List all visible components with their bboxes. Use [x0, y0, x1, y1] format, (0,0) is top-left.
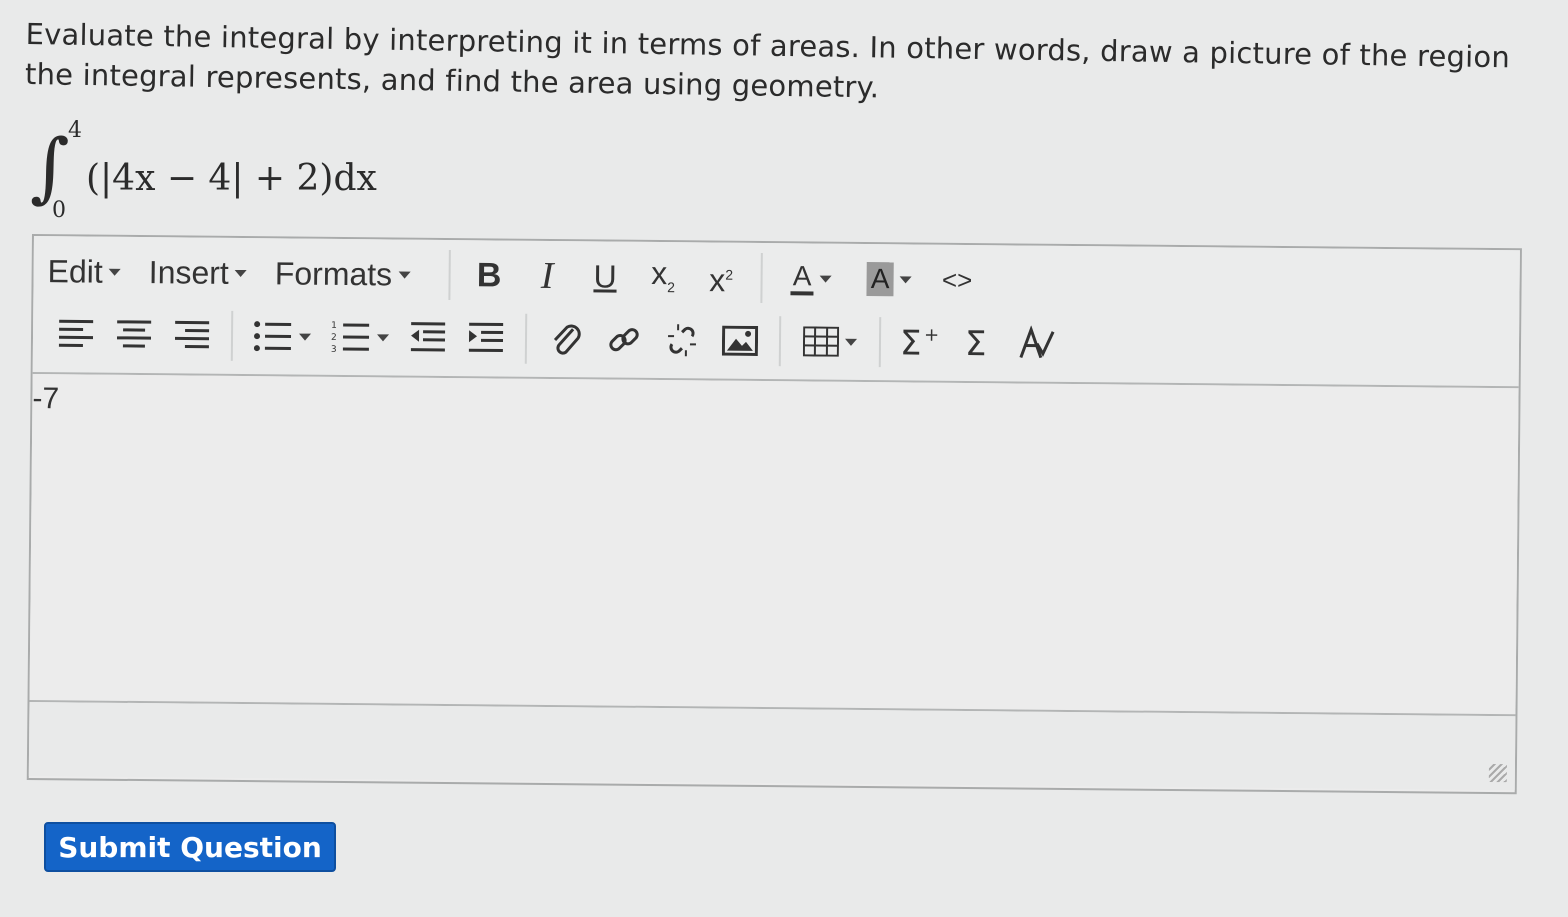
resize-handle-icon[interactable] [1488, 764, 1507, 783]
editor-statusbar [28, 701, 1516, 791]
source-code-button[interactable]: <> [928, 255, 986, 306]
align-left-icon [58, 319, 94, 347]
svg-text:Σ: Σ [965, 325, 987, 361]
accessibility-check-icon [1019, 325, 1055, 359]
chevron-down-icon [819, 275, 832, 283]
italic-icon: I [540, 254, 554, 298]
formats-menu-label: Formats [274, 254, 393, 292]
link-icon [609, 328, 639, 352]
bold-button[interactable]: B [460, 250, 518, 301]
accessibility-check-button[interactable] [1007, 318, 1065, 369]
background-color-button[interactable]: A [850, 254, 928, 305]
underline-icon: U [593, 257, 617, 295]
answer-text: -7 [32, 382, 60, 416]
formats-menu[interactable]: Formats [275, 255, 411, 293]
toolbar-divider [524, 313, 528, 364]
toolbar-divider [878, 317, 882, 368]
toolbar-divider [778, 316, 782, 367]
svg-text:3: 3 [331, 345, 337, 354]
font-color-button[interactable]: A [772, 253, 850, 304]
superscript-base: x [709, 262, 726, 299]
chevron-down-icon [298, 333, 312, 341]
insert-link-button[interactable] [595, 314, 653, 365]
insert-table-button[interactable] [791, 316, 869, 367]
chevron-down-icon [398, 271, 411, 279]
subscript-icon: x2 [651, 255, 675, 299]
remove-link-button[interactable] [653, 315, 711, 366]
superscript-icon: x2 [709, 256, 733, 300]
chevron-down-icon [234, 269, 247, 277]
superscript-button[interactable]: x2 [692, 252, 750, 303]
subscript-button[interactable]: x2 [634, 252, 692, 303]
background-color-icon: A [866, 262, 894, 297]
integrand: (|4x − 4| + 2)dx [86, 158, 377, 199]
font-color-icon: A [790, 260, 814, 296]
sigma-plus-icon: Σ + [900, 324, 939, 360]
paperclip-icon [553, 324, 581, 355]
attach-button[interactable] [537, 314, 595, 365]
align-center-icon [116, 320, 152, 348]
chevron-down-icon [108, 268, 121, 276]
toolbar-divider [759, 252, 763, 304]
svg-text:+: + [924, 325, 939, 346]
toolbar-divider [447, 249, 451, 301]
bullet-list-button[interactable] [243, 311, 321, 362]
svg-text:2: 2 [331, 333, 337, 343]
chevron-down-icon [844, 338, 858, 346]
chevron-down-icon [899, 275, 912, 283]
lower-limit: 0 [52, 198, 66, 223]
numbered-list-icon: 1 2 3 [331, 321, 370, 354]
toolbar-row-2: 1 2 3 Σ + Σ [47, 306, 1065, 372]
italic-button[interactable]: I [518, 251, 576, 302]
outdent-button[interactable] [399, 313, 457, 364]
superscript-mark: 2 [725, 266, 734, 283]
equation-editor-button[interactable]: Σ [949, 318, 1007, 369]
outdent-icon [410, 322, 446, 352]
insert-image-button[interactable] [711, 316, 769, 367]
question-text: Evaluate the integral by interpreting it… [24, 16, 1511, 105]
align-right-icon [174, 320, 210, 349]
insert-menu[interactable]: Insert [149, 254, 247, 292]
align-left-button[interactable] [47, 309, 105, 360]
subscript-base: x [651, 255, 668, 292]
underline-button[interactable]: U [576, 251, 634, 302]
bold-icon: B [476, 255, 502, 295]
insert-menu-label: Insert [148, 253, 229, 291]
image-icon [721, 325, 759, 356]
unlink-icon [668, 324, 696, 357]
upper-limit: 4 [68, 118, 82, 143]
editor-content-area[interactable]: -7 [29, 374, 1519, 717]
rich-text-editor: Edit Insert Formats B I U x2 x2 A A <> 1… [26, 234, 1522, 795]
subscript-mark: 2 [667, 278, 676, 295]
align-right-button[interactable] [163, 310, 221, 361]
insert-equation-button[interactable]: Σ + [891, 317, 949, 368]
edit-menu[interactable]: Edit [47, 252, 121, 291]
numbered-list-button[interactable]: 1 2 3 [321, 312, 399, 363]
bullet-list-icon [253, 321, 292, 352]
edit-menu-label: Edit [47, 252, 103, 290]
sigma-icon: Σ [965, 325, 987, 361]
toolbar-row-1: Edit Insert Formats B I U x2 x2 A A <> [47, 244, 986, 307]
svg-text:1: 1 [331, 321, 337, 331]
chevron-down-icon [376, 333, 390, 341]
indent-button[interactable] [457, 313, 515, 364]
code-icon: <> [941, 264, 973, 295]
editor-toolbar: Edit Insert Formats B I U x2 x2 A A <> 1… [32, 236, 1520, 389]
submit-question-button[interactable]: Submit Question [44, 822, 336, 872]
indent-icon [468, 322, 504, 353]
svg-text:Σ: Σ [900, 324, 922, 360]
align-center-button[interactable] [105, 310, 163, 361]
table-icon [802, 326, 840, 357]
toolbar-divider [230, 310, 234, 361]
